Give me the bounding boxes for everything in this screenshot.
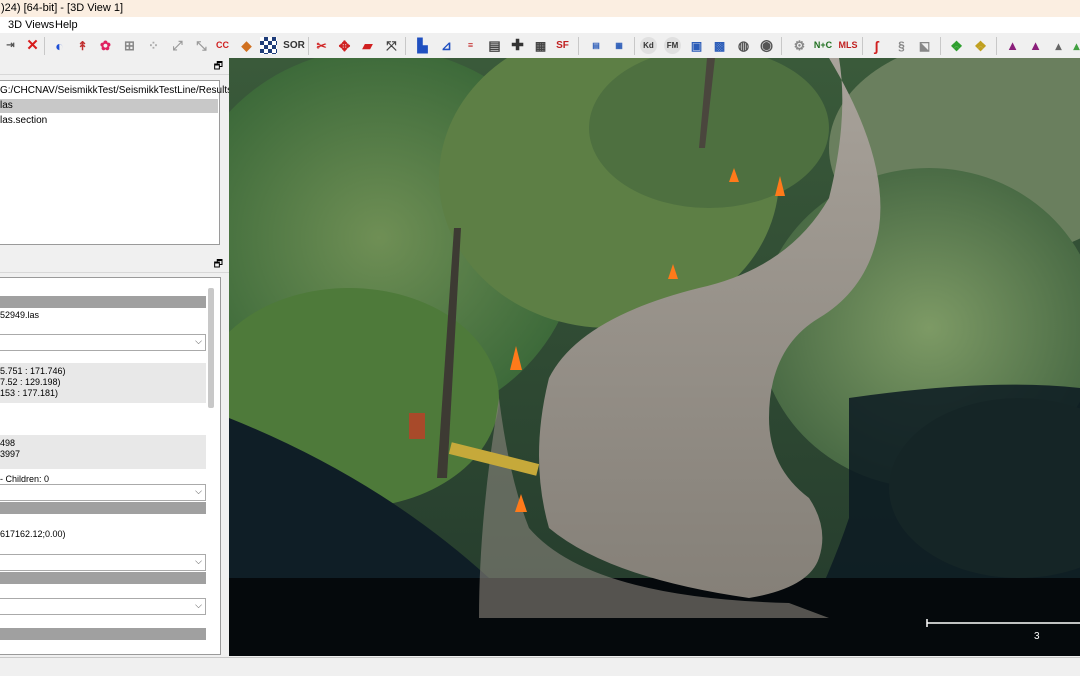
chevron-down-icon: ⌵ (195, 600, 202, 610)
checkerboard-icon[interactable] (260, 37, 277, 54)
wave-icon-4[interactable]: ▴ (1068, 37, 1080, 54)
db-tree-header: 🗗 (0, 58, 229, 75)
merge-icon[interactable]: ◐ (51, 37, 68, 54)
count-block (0, 435, 206, 469)
chevron-down-icon: ⌵ (195, 336, 202, 346)
export-icon[interactable]: ⇥ (2, 37, 19, 54)
classify-icon[interactable]: ❖ (972, 37, 989, 54)
main-toolbar: ⇥ ✕ ◐ ↟ ✿ ⊞ ⁘ ⤢ ⤡ CC ◆ SOR ✂ ✥ ▰ ⤧ ▙ ⊿ ≡… (0, 33, 1080, 59)
sor-filter-icon[interactable]: SOR (283, 37, 305, 54)
properties-panel: 🗗 52949.las ⌵ 5.751 : 171.746) 7.52 : 12… (0, 256, 229, 656)
dropdown-3[interactable]: ⌵ (0, 554, 206, 571)
point-cloud-render (229, 58, 1080, 656)
float-panel-icon[interactable]: 🗗 (214, 257, 223, 274)
db-tree-path[interactable]: G:/CHCNAV/SeismikkTest/SeismikkTestLine/… (0, 84, 243, 98)
globe-icon[interactable]: ◉ (758, 37, 775, 54)
menu-bar: 3D Views Help (0, 17, 1080, 33)
dropdown-1[interactable]: ⌵ (0, 334, 206, 351)
prop-box-2: 7.52 : 129.198) (0, 377, 61, 387)
kd-tree-icon[interactable]: Kd (640, 37, 657, 54)
wave-icon-3[interactable]: ▴ (1050, 37, 1067, 54)
properties-scrollbar[interactable] (208, 288, 214, 408)
translate-icon[interactable]: ✥ (336, 37, 353, 54)
cluster-icon[interactable]: ❖ (948, 37, 965, 54)
prop-box-3: 153 : 177.181) (0, 388, 59, 398)
normals-orient-icon[interactable]: ⤡ (193, 37, 210, 54)
hidden-point-removal-icon[interactable]: ⚙ (791, 37, 808, 54)
add-icon[interactable]: ✚ (509, 37, 526, 54)
fast-marching-icon[interactable]: FM (664, 37, 681, 54)
scissors-icon[interactable]: ✂ (313, 37, 330, 54)
save-icon[interactable]: ▩ (711, 37, 728, 54)
register-icon[interactable]: ↟ (74, 37, 91, 54)
n-plus-c-icon[interactable]: N+C (812, 37, 834, 54)
prop-shift: 617162.12;0.00) (0, 529, 66, 539)
reconstruct-icon[interactable]: ⬕ (916, 37, 933, 54)
dropdown-4[interactable]: ⌵ (0, 598, 206, 615)
properties-header: 🗗 (0, 256, 229, 273)
menu-help[interactable]: Help (55, 19, 78, 31)
section-header (0, 296, 206, 308)
db-tree: G:/CHCNAV/SeismikkTest/SeismikkTestLine/… (0, 80, 243, 245)
title-bar: )24) [64-bit] - [3D View 1] (0, 0, 1080, 18)
wave-icon-2[interactable]: ▲ (1027, 37, 1044, 54)
db-tree-item-section[interactable]: las.section (0, 114, 218, 128)
window-title: )24) [64-bit] - [3D View 1] (1, 2, 124, 14)
poisson-icon[interactable]: ʃ (868, 37, 885, 54)
mls-icon[interactable]: MLS (837, 37, 859, 54)
calculator-icon[interactable]: ▦ (532, 37, 549, 54)
gradient-icon[interactable]: ⊿ (438, 37, 455, 54)
compute-normals-icon[interactable]: ⤢ (169, 37, 186, 54)
menu-3d-views[interactable]: 3D Views (8, 19, 54, 31)
canupo-classify-icon[interactable]: ▦ (609, 37, 629, 54)
section-header (0, 502, 206, 514)
cloud-compare-icon[interactable]: CC (214, 37, 231, 54)
section-header (0, 628, 206, 640)
prop-box-1: 5.751 : 171.746) (0, 366, 66, 376)
status-bar (0, 657, 1080, 676)
point-picking-icon[interactable]: ⤧ (383, 37, 400, 54)
sf-arithmetic-icon[interactable]: ◆ (238, 37, 255, 54)
float-panel-icon[interactable]: 🗗 (214, 59, 223, 76)
prop-value-2: 3997 (0, 449, 21, 459)
properties-table: 52949.las ⌵ 5.751 : 171.746) 7.52 : 129.… (0, 277, 221, 655)
wave-icon-1[interactable]: ▲ (1004, 37, 1021, 54)
scale-bar-label: 3 (1034, 631, 1040, 642)
sf-icon[interactable]: SF (554, 37, 571, 54)
canupo-train-icon[interactable]: ▤ (586, 37, 606, 54)
db-tree-item-las[interactable]: las (0, 99, 218, 113)
prop-value-1: 498 (0, 438, 16, 448)
delete-icon[interactable]: ✕ (24, 37, 41, 54)
plane-icon[interactable]: ▰ (359, 37, 376, 54)
sphere-icon[interactable]: ◍ (735, 37, 752, 54)
sample-points-icon[interactable]: ✿ (97, 37, 114, 54)
segment-icon[interactable]: § (893, 37, 910, 54)
scalar-field-icon[interactable]: ≡ (462, 37, 479, 54)
3d-view[interactable]: 3 (229, 58, 1080, 656)
chevron-down-icon: ⌵ (195, 556, 202, 566)
subsample-icon[interactable]: ⁘ (145, 37, 162, 54)
chevron-down-icon: ⌵ (195, 486, 202, 496)
color-scale-icon[interactable]: ▤ (486, 37, 503, 54)
dropdown-2[interactable]: ⌵ (0, 484, 206, 501)
prop-filename: 52949.las (0, 310, 40, 320)
db-tree-panel: 🗗 G:/CHCNAV/SeismikkTest/SeismikkTestLin… (0, 58, 243, 255)
histogram-icon[interactable]: ▙ (414, 37, 431, 54)
disk-icon[interactable]: ▣ (688, 37, 705, 54)
mesh-icon[interactable]: ⊞ (121, 37, 138, 54)
section-header (0, 572, 206, 584)
